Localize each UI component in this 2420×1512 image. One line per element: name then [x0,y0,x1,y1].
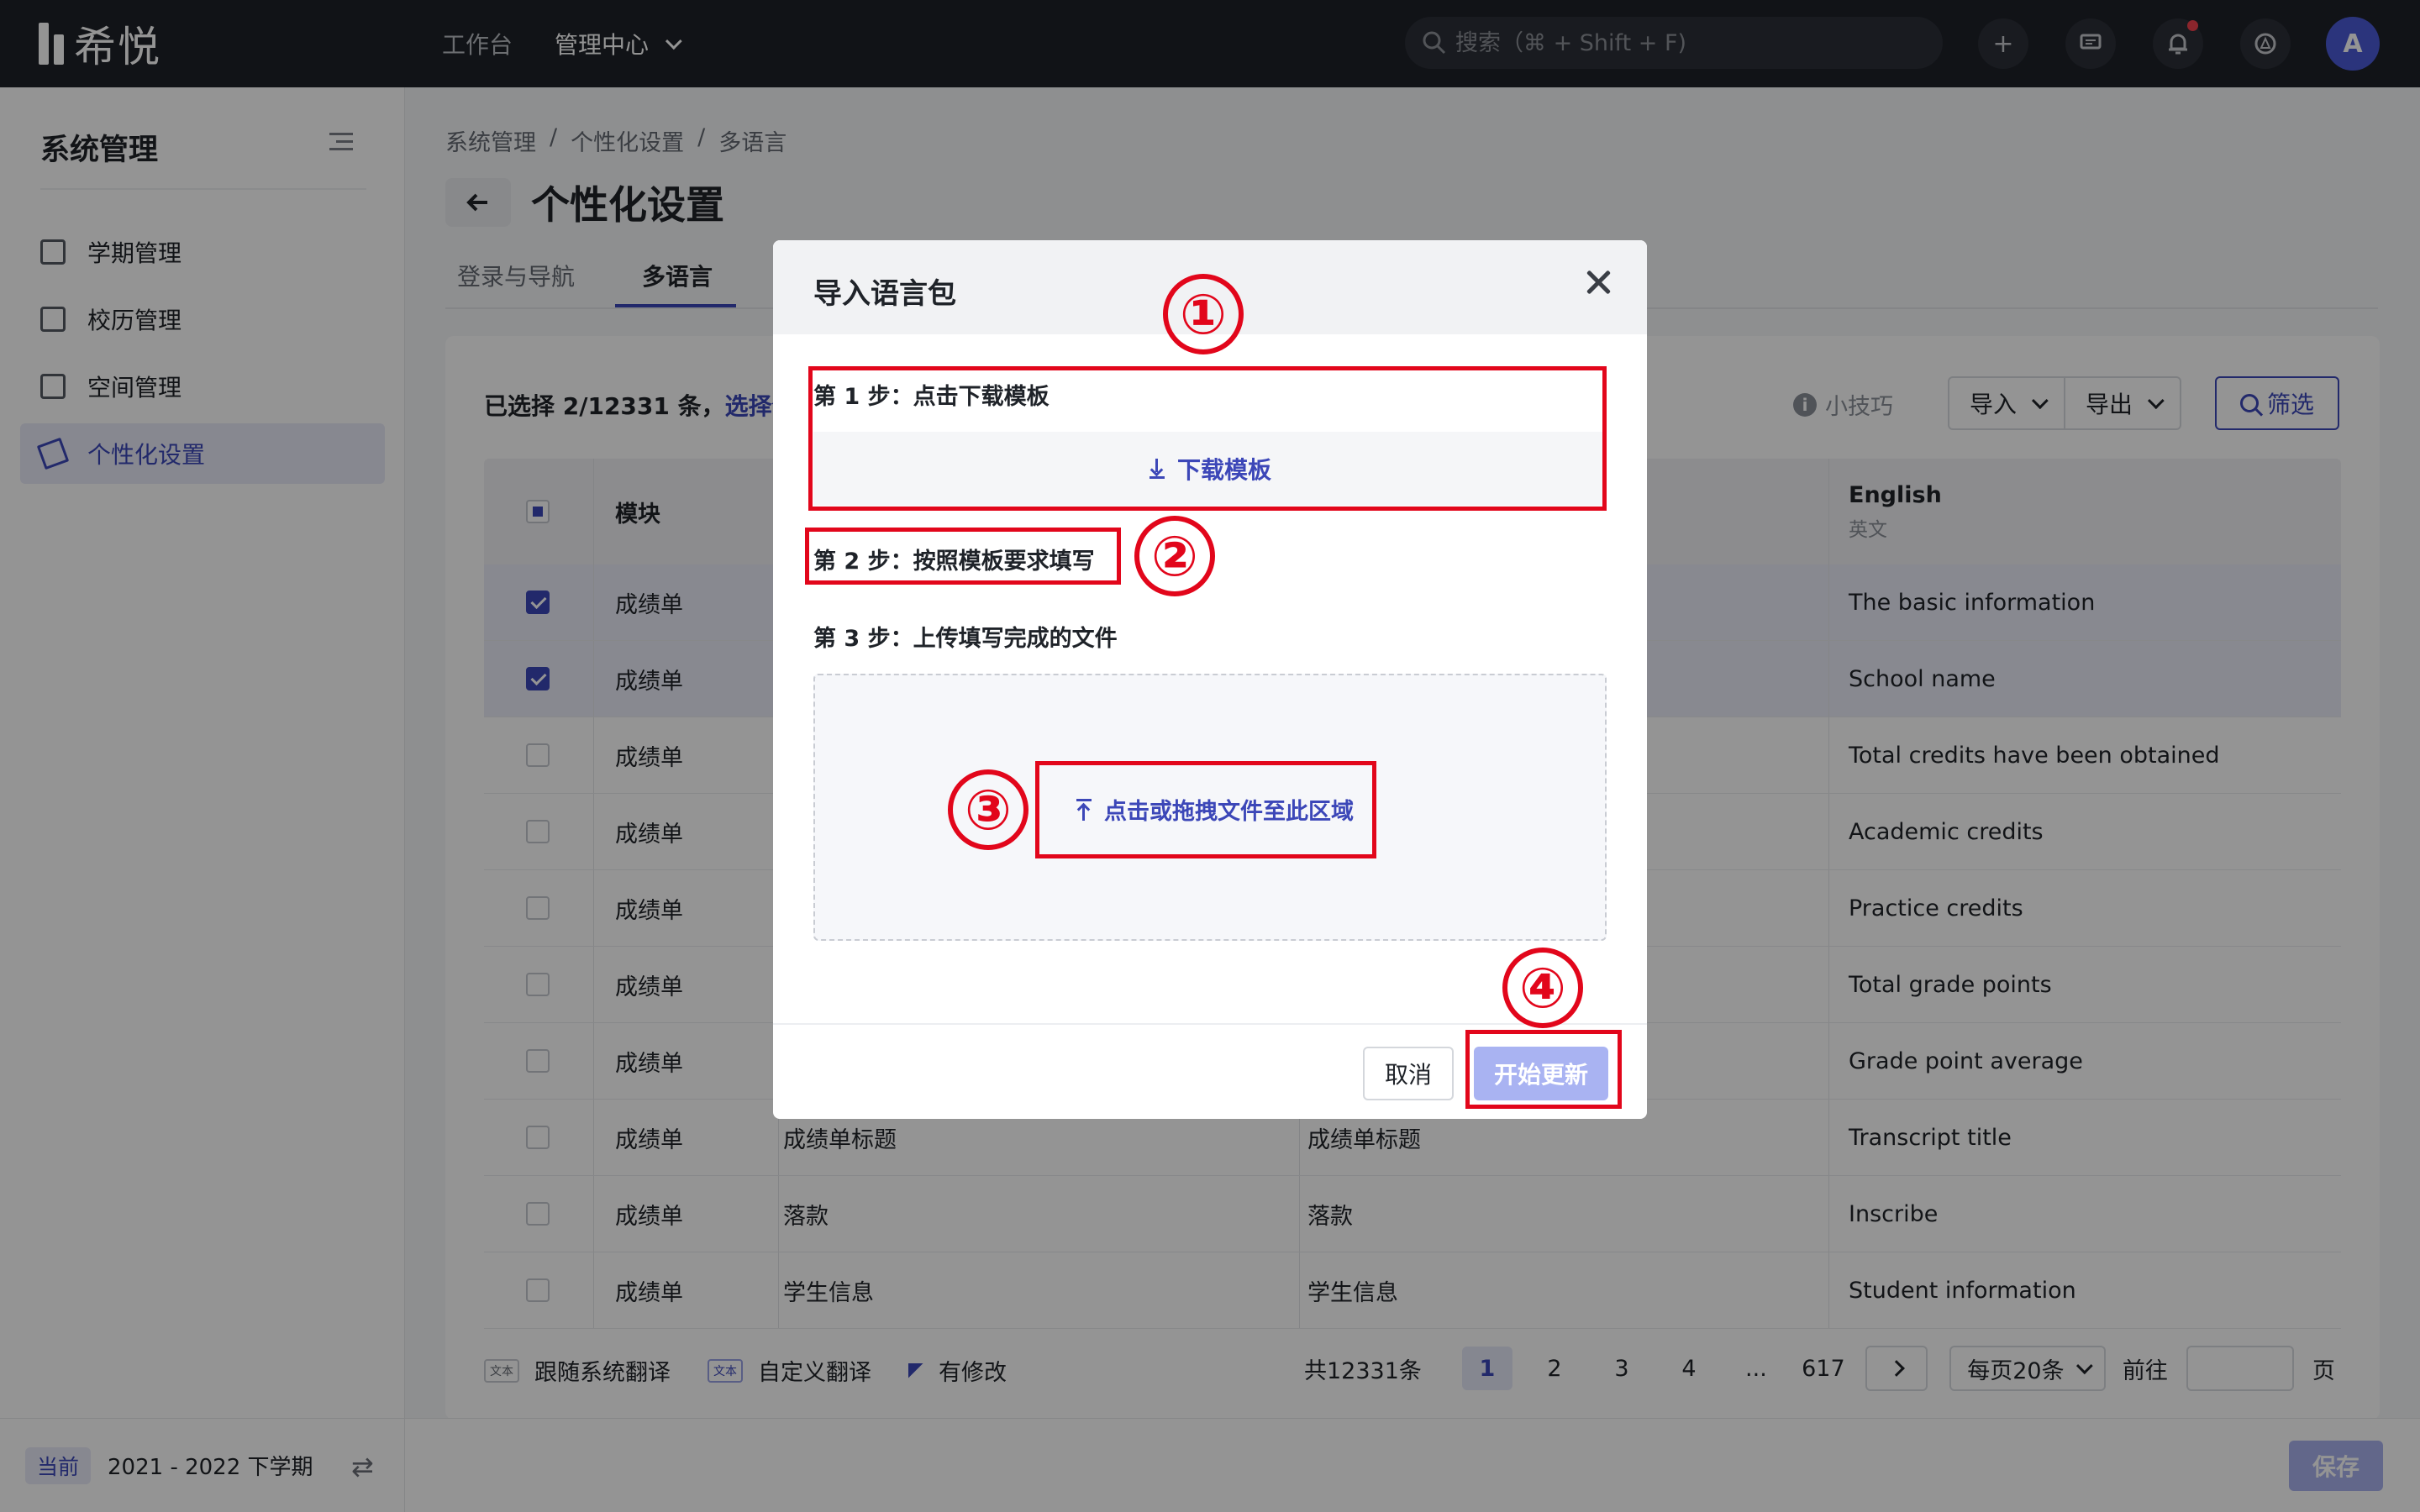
annotation-box-3 [1035,761,1376,858]
annotation-box-1 [808,366,1607,511]
annotation-number-2: ② [1134,516,1215,596]
annotation-number-4: ④ [1502,948,1583,1028]
annotation-box-4 [1465,1030,1622,1109]
annotation-box-2 [805,528,1121,585]
dialog-title: 导入语言包 [813,277,956,311]
step-3-label: 第 3 步：上传填写完成的文件 [813,626,1118,652]
annotation-number-1: ① [1163,274,1244,354]
cancel-button[interactable]: 取消 [1363,1047,1454,1100]
annotation-number-3: ③ [948,769,1028,850]
close-icon[interactable] [1581,265,1615,299]
